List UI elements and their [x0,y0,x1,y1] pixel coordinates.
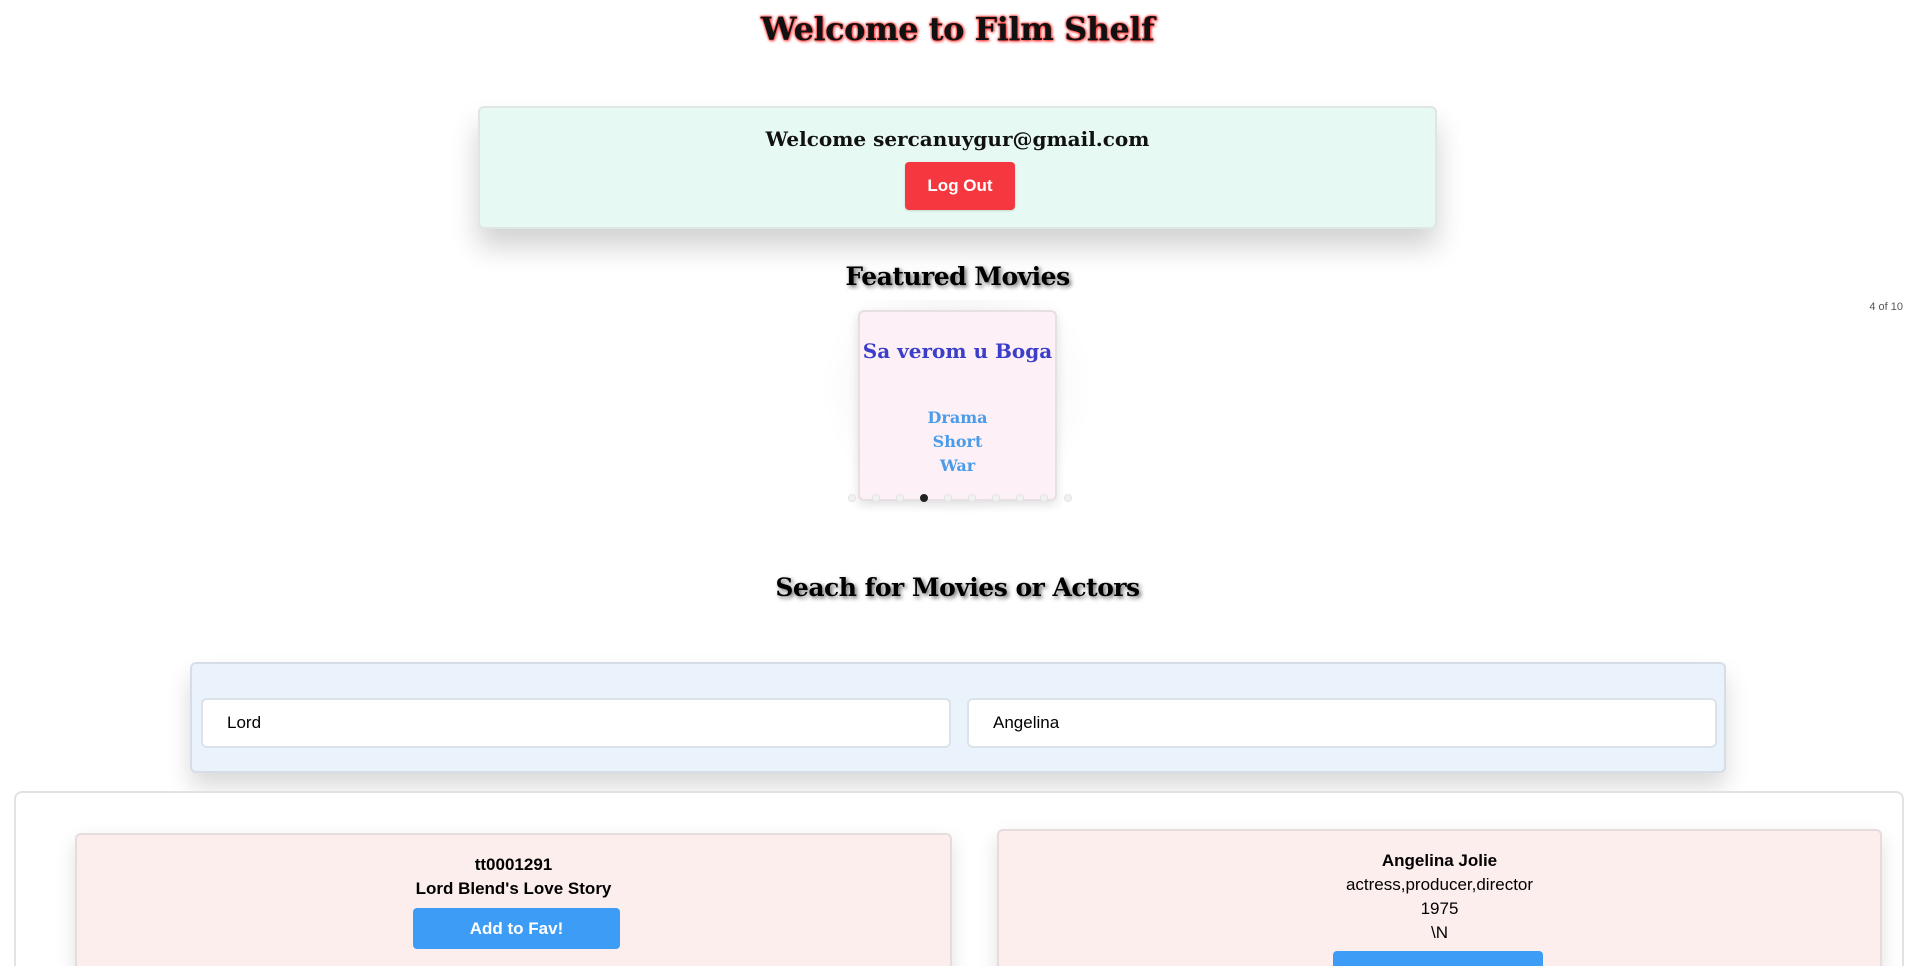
actor-professions: actress,producer,director [1345,875,1534,894]
genre-label: Short [932,432,983,451]
movie-id: tt0001291 [474,855,553,874]
movie-result-card: tt0001291 Lord Blend's Love Story Add to… [75,833,952,966]
movie-search-input[interactable] [201,698,951,748]
carousel-dot[interactable] [944,494,952,502]
actor-result-card: Angelina Jolie actress,producer,director… [997,829,1882,966]
carousel-dot[interactable] [1064,494,1072,502]
carousel-dot[interactable] [992,494,1000,502]
search-panel [190,662,1726,773]
carousel-dot[interactable] [968,494,976,502]
actor-add-to-fav-button[interactable] [1333,951,1543,966]
carousel-dot[interactable] [872,494,880,502]
movie-title: Lord Blend's Love Story [415,879,612,898]
carousel-slide-counter: 4 of 10 [1869,301,1903,313]
carousel-dot[interactable] [848,494,856,502]
site-title: Welcome to Film Shelf [760,10,1155,48]
search-heading: Seach for Movies or Actors [775,573,1140,602]
welcome-panel: Welcome sercanuygur@gmail.com Log Out [478,106,1437,229]
add-to-fav-button[interactable]: Add to Fav! [413,908,620,949]
actor-search-input[interactable] [967,698,1717,748]
logout-button[interactable]: Log Out [905,162,1015,210]
actor-birth-year: 1975 [1420,899,1459,918]
carousel-dot[interactable] [1040,494,1048,502]
genre-label: War [939,456,976,475]
featured-movie-genres: Drama Short War [860,406,1055,478]
actor-death-year: \N [1431,923,1448,942]
results-panel: tt0001291 Lord Blend's Love Story Add to… [14,791,1904,966]
featured-movies-heading: Featured Movies [845,262,1070,291]
carousel-dot[interactable] [920,494,928,502]
carousel-dot[interactable] [896,494,904,502]
genre-label: Drama [927,408,988,427]
actor-name: Angelina Jolie [1381,851,1498,870]
featured-movie-card[interactable]: Sa verom u Boga Drama Short War [858,310,1057,501]
carousel-dot[interactable] [1016,494,1024,502]
welcome-message: Welcome sercanuygur@gmail.com [765,127,1150,151]
featured-movie-title: Sa verom u Boga [862,339,1053,363]
